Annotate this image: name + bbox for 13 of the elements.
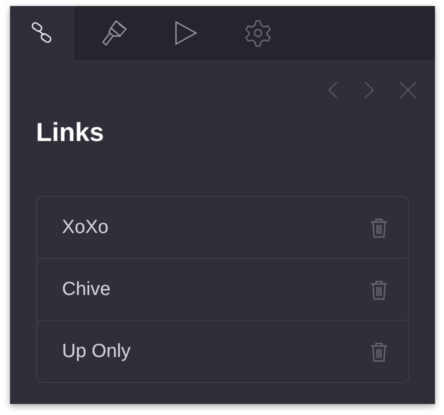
trash-icon[interactable] [370,342,388,362]
play-icon [174,20,198,46]
link-name[interactable]: Chive [62,278,111,300]
link-name[interactable]: Up Only [62,340,131,362]
settings-icon [243,18,273,48]
page-title: Links [36,117,105,147]
tab[interactable] [10,6,74,60]
previous-icon[interactable] [327,81,339,99]
link-name[interactable]: XoXo [62,216,108,238]
next-icon[interactable] [363,81,375,99]
trash-icon[interactable] [370,280,388,300]
close-icon[interactable] [399,81,417,99]
trash-icon[interactable] [370,218,388,238]
